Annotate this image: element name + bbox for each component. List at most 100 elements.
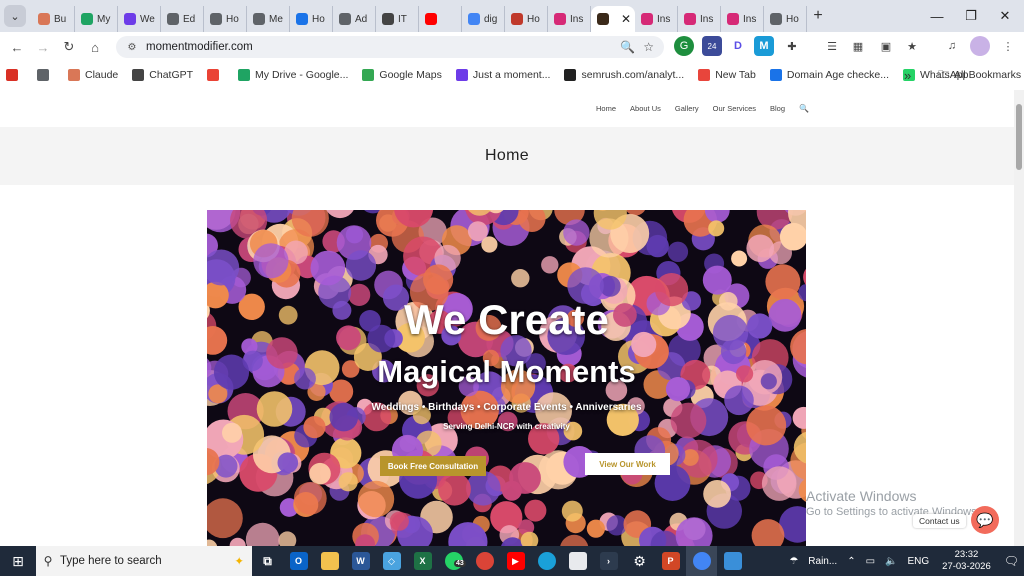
contact-chat-button[interactable]: 💬 — [971, 506, 999, 534]
browser-tab[interactable]: dig — [462, 6, 505, 32]
browser-tab[interactable]: Bu — [32, 6, 75, 32]
clock[interactable]: 23:32 27-03-2026 — [942, 549, 991, 573]
site-search-icon[interactable]: 🔍 — [799, 104, 809, 113]
browser-tab[interactable] — [419, 6, 462, 32]
page-scrollbar[interactable] — [1014, 90, 1024, 546]
home-button[interactable]: ⌂ — [82, 34, 108, 60]
close-window-button[interactable]: ✕ — [988, 0, 1022, 32]
address-bar[interactable]: ⚙ momentmodifier.com 🔍 ☆ — [116, 36, 664, 58]
settings-app[interactable]: ⚙ — [624, 546, 655, 576]
battery-icon[interactable]: ▭ — [866, 556, 875, 567]
minimize-button[interactable]: — — [920, 0, 954, 32]
home-icon: ⌂ — [91, 39, 99, 55]
new-tab-button[interactable]: + — [807, 7, 829, 25]
browser-tab[interactable]: Ins — [678, 6, 721, 32]
bookmark-item[interactable]: My Drive - Google... — [238, 69, 348, 81]
scrollbar-thumb[interactable] — [1016, 104, 1022, 170]
bookmark-star-icon[interactable]: ☆ — [643, 40, 654, 54]
file-explorer-app[interactable] — [314, 546, 345, 576]
notifications-icon[interactable]: 🗨 — [1004, 554, 1019, 568]
bookmark-item[interactable]: New Tab — [698, 69, 756, 81]
bookmark-item[interactable]: Just a moment... — [455, 69, 551, 81]
bookmark-item[interactable]: Domain Age checke... — [769, 69, 889, 81]
youtube-app[interactable]: ▶ — [500, 546, 531, 576]
tray-overflow-icon[interactable]: ⌃ — [847, 556, 855, 567]
browser-tab[interactable]: Ad — [333, 6, 376, 32]
extension-badge-icon[interactable]: 24 — [702, 36, 722, 56]
powerpoint-app[interactable]: P — [655, 546, 686, 576]
close-tab-icon[interactable]: ✕ — [621, 12, 631, 26]
language-indicator[interactable]: ENG — [907, 556, 929, 567]
m-extension-icon[interactable]: M — [754, 36, 774, 56]
reading-list-icon[interactable]: ☰ — [822, 36, 842, 56]
browser-tab[interactable]: Ho — [764, 6, 807, 32]
bookmark-item[interactable] — [207, 69, 224, 81]
terminal-app[interactable]: › — [593, 546, 624, 576]
zoom-icon[interactable]: 🔍 — [620, 40, 635, 54]
profile-avatar[interactable] — [970, 36, 990, 56]
vscode-app[interactable]: ◇ — [376, 546, 407, 576]
browser-tab[interactable]: My — [75, 6, 118, 32]
book-consultation-button[interactable]: Book Free Consultation — [380, 456, 486, 476]
chrome-app[interactable] — [469, 546, 500, 576]
notepad-app[interactable] — [562, 546, 593, 576]
nav-about-us[interactable]: About Us — [630, 104, 661, 113]
word-app[interactable]: W — [345, 546, 376, 576]
bookmark-item[interactable] — [6, 69, 23, 81]
nav-home[interactable]: Home — [596, 104, 616, 113]
volume-icon[interactable]: 🔈 — [885, 556, 897, 567]
menu-icon[interactable]: ⋮ — [998, 36, 1018, 56]
outlook-app[interactable]: O — [283, 546, 314, 576]
bookmark-item[interactable]: Claude — [68, 69, 118, 81]
browser-tab[interactable]: We — [118, 6, 161, 32]
whatsapp-app[interactable]: 43 — [438, 546, 469, 576]
browser-tab[interactable]: Ins — [721, 6, 764, 32]
d-extension-icon[interactable]: D — [728, 36, 748, 56]
qr-code-icon[interactable]: ▦ — [848, 36, 868, 56]
browser-tab[interactable]: ✕ — [591, 6, 635, 32]
site-info-icon[interactable]: ⚙ — [122, 42, 142, 53]
forward-button[interactable]: → — [30, 34, 56, 60]
weather-icon[interactable]: ☂ — [789, 556, 798, 567]
side-panel-icon[interactable]: ▣ — [876, 36, 896, 56]
restore-button[interactable]: ❐ — [954, 0, 988, 32]
browser-tab[interactable]: Me — [247, 6, 290, 32]
browser-tab[interactable]: Ins — [635, 6, 678, 32]
browser-tab[interactable]: Ins — [548, 6, 591, 32]
nav-gallery[interactable]: Gallery — [675, 104, 699, 113]
hero-banner: We Create Magical Moments Weddings • Bir… — [207, 210, 806, 546]
view-our-work-button[interactable]: View Our Work — [585, 453, 670, 475]
weather-label[interactable]: Rain... — [808, 556, 837, 567]
bookmark-label: Just a moment... — [472, 69, 551, 81]
excel-app[interactable]: X — [407, 546, 438, 576]
grammarly-extension-icon[interactable]: G — [674, 36, 694, 56]
edge-app[interactable] — [531, 546, 562, 576]
puzzle-extensions-icon[interactable]: ✚ — [782, 36, 802, 56]
bookmark-item[interactable] — [37, 69, 54, 81]
terminal-icon: › — [599, 552, 618, 570]
contact-us-label[interactable]: Contact us — [913, 514, 966, 528]
media-control-icon[interactable]: ♫ — [942, 36, 962, 56]
browser-tab[interactable]: IT — [376, 6, 419, 32]
taskbar-search-box[interactable]: ⚲ Type here to search ✦ — [36, 546, 252, 576]
browser-tab[interactable]: Ho — [505, 6, 548, 32]
browser-tab[interactable]: Ho — [290, 6, 333, 32]
url-text[interactable]: momentmodifier.com — [146, 41, 253, 53]
nav-our-services[interactable]: Our Services — [713, 104, 756, 113]
browser-tab[interactable]: Ed — [161, 6, 204, 32]
bookmarks-overflow-button[interactable]: » — [904, 68, 911, 83]
bookmark-item[interactable]: semrush.com/analyt... — [564, 69, 684, 81]
back-button[interactable]: ← — [4, 34, 30, 60]
nav-blog[interactable]: Blog — [770, 104, 785, 113]
bookmarks-manager-icon[interactable]: ★ — [902, 36, 922, 56]
task-view-button[interactable]: ⧉ — [252, 546, 283, 576]
start-button[interactable]: ⊞ — [0, 546, 36, 576]
all-bookmarks-button[interactable]: 🗀 All Bookmarks — [938, 66, 1021, 85]
browser-tab[interactable]: Ho — [204, 6, 247, 32]
reload-button[interactable]: ↻ — [56, 34, 82, 60]
tab-search-button[interactable]: ⌄ — [4, 5, 26, 27]
chrome-active-app[interactable] — [686, 546, 717, 576]
photos-app[interactable] — [717, 546, 748, 576]
bookmark-item[interactable]: Google Maps — [362, 69, 442, 81]
bookmark-item[interactable]: ChatGPT — [132, 69, 193, 81]
